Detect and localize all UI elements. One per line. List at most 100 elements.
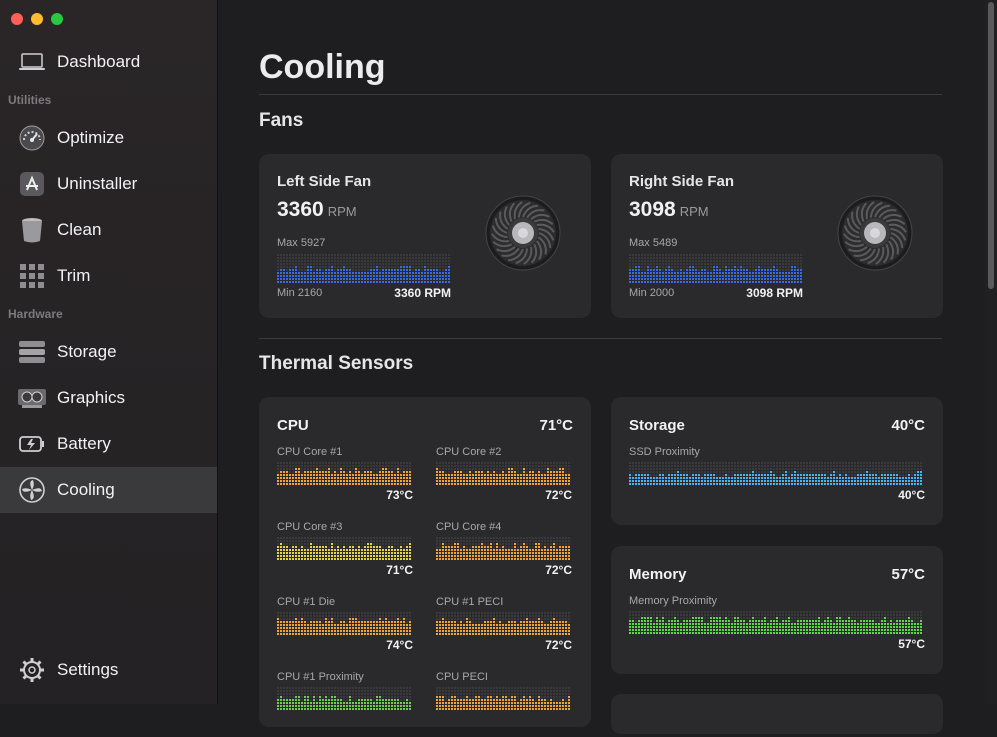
meter-dot-empty (451, 471, 453, 473)
meter-dot-empty (439, 269, 441, 271)
meter-dot-empty (343, 263, 345, 265)
sidebar-item-trim[interactable]: Trim (0, 253, 217, 299)
meter-dot-empty (364, 693, 366, 695)
meter-dot-filled (716, 269, 718, 271)
meter-dot-empty (301, 263, 303, 265)
meter-dot-empty (331, 615, 333, 617)
meter-dot-empty (340, 462, 342, 464)
meter-dot-empty (836, 474, 838, 476)
meter-dot-empty (304, 546, 306, 548)
meter-dot-filled (322, 275, 324, 277)
meter-dot-empty (767, 263, 769, 265)
meter-dot-filled (692, 281, 694, 283)
sidebar-item-optimize[interactable]: Optimize (0, 115, 217, 161)
meter-dot-filled (833, 483, 835, 485)
meter-dot-empty (677, 260, 679, 262)
meter-dot-filled (869, 480, 871, 482)
meter-dot-filled (361, 558, 363, 560)
meter-dot-filled (295, 708, 297, 710)
meter-dot-empty (544, 690, 546, 692)
meter-dot-empty (358, 257, 360, 259)
meter-dot-empty (662, 263, 664, 265)
meter-dot-filled (490, 699, 492, 701)
meter-dot-filled (517, 474, 519, 476)
meter-dot-filled (361, 275, 363, 277)
meter-dot-filled (277, 618, 279, 620)
close-window-button[interactable] (11, 13, 23, 25)
sidebar-item-clean[interactable]: Clean (0, 207, 217, 253)
meter-dot-filled (764, 483, 766, 485)
meter-dot-filled (845, 477, 847, 479)
meter-dot-filled (283, 272, 285, 274)
meter-dot-filled (283, 483, 285, 485)
meter-dot-filled (740, 266, 742, 268)
meter-dot-empty (349, 257, 351, 259)
meter-dot-filled (409, 624, 411, 626)
meter-dot-empty (722, 266, 724, 268)
meter-dot-filled (493, 708, 495, 710)
meter-dot-filled (788, 272, 790, 274)
meter-dot-filled (439, 483, 441, 485)
meter-dot-empty (779, 462, 781, 464)
meter-dot-empty (689, 260, 691, 262)
meter-dot-filled (337, 630, 339, 632)
sidebar-item-storage[interactable]: Storage (0, 329, 217, 375)
meter-dot-empty (914, 465, 916, 467)
meter-dot-empty (469, 465, 471, 467)
meter-dot-filled (382, 269, 384, 271)
sidebar-item-uninstaller[interactable]: Uninstaller (0, 161, 217, 207)
meter-dot-filled (370, 630, 372, 632)
meter-dot-filled (677, 483, 679, 485)
meter-dot-filled (863, 480, 865, 482)
meter-dot-filled (316, 555, 318, 557)
sidebar-item-battery[interactable]: Battery (0, 421, 217, 467)
meter-dot-empty (385, 537, 387, 539)
sidebar-item-settings[interactable]: Settings (0, 647, 217, 693)
meter-dot-filled (668, 281, 670, 283)
meter-dot-filled (499, 633, 501, 635)
sidebar-item-graphics[interactable]: Graphics (0, 375, 217, 421)
meter-dot-filled (629, 269, 631, 271)
meter-dot-empty (716, 257, 718, 259)
meter-dot-filled (683, 477, 685, 479)
meter-dot-filled (725, 269, 727, 271)
meter-dot-empty (379, 263, 381, 265)
sidebar-item-cooling[interactable]: Cooling (0, 467, 217, 513)
meter-dot-filled (325, 471, 327, 473)
meter-dot-filled (400, 705, 402, 707)
meter-dot-filled (496, 558, 498, 560)
meter-dot-filled (319, 546, 321, 548)
meter-dot-empty (632, 471, 634, 473)
meter-dot-filled (376, 483, 378, 485)
meter-dot-filled (848, 477, 850, 479)
meter-dot-filled (304, 480, 306, 482)
meter-dot-filled (713, 275, 715, 277)
meter-dot-filled (490, 558, 492, 560)
meter-dot-empty (761, 254, 763, 256)
meter-dot-filled (568, 474, 570, 476)
meter-dot-empty (517, 615, 519, 617)
meter-dot-empty (836, 462, 838, 464)
meter-dot-empty (472, 687, 474, 689)
sidebar-item-dashboard[interactable]: Dashboard (0, 39, 217, 85)
meter-dot-filled (388, 630, 390, 632)
zoom-window-button[interactable] (51, 13, 63, 25)
meter-dot-filled (758, 281, 760, 283)
minimize-window-button[interactable] (31, 13, 43, 25)
meter-dot-empty (373, 266, 375, 268)
meter-dot-filled (439, 278, 441, 280)
meter-dot-filled (451, 633, 453, 635)
meter-dot-empty (334, 621, 336, 623)
meter-dot-filled (502, 483, 504, 485)
meter-dot-filled (400, 627, 402, 629)
meter-dot-empty (493, 465, 495, 467)
meter-dot-empty (731, 254, 733, 256)
meter-dot-filled (307, 266, 309, 268)
meter-dot-filled (301, 275, 303, 277)
meter-dot-empty (394, 257, 396, 259)
meter-dot-empty (505, 693, 507, 695)
meter-dot-empty (797, 260, 799, 262)
meter-dot-empty (902, 474, 904, 476)
meter-dot-empty (340, 537, 342, 539)
meter-dot-empty (331, 690, 333, 692)
